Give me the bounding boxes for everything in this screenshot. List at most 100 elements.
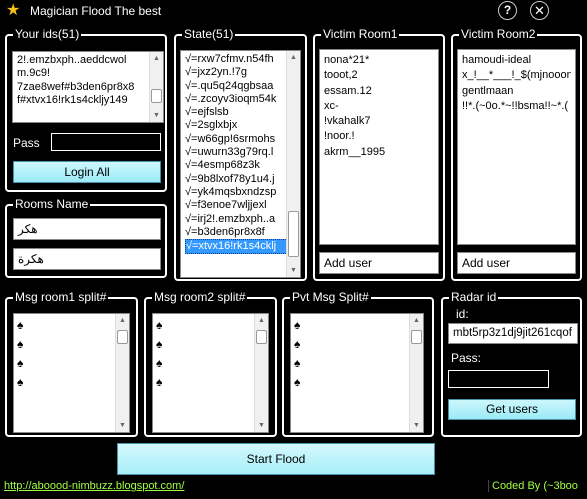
scroll-down-icon[interactable]: ▼: [287, 264, 300, 277]
victim-room2-list[interactable]: hamoudi-ideal x_!__*___!_$(mjnooon gentl…: [457, 49, 576, 245]
start-flood-button[interactable]: Start Flood: [117, 443, 435, 475]
list-item[interactable]: essam.12: [324, 84, 434, 99]
spade-icon: ♠: [156, 318, 163, 332]
list-item[interactable]: √=f3enoe7wljjexl: [185, 199, 296, 212]
selected-list-item[interactable]: √=xtvx16!rk1s4cklj: [185, 239, 296, 255]
radar-id-group: Radar id id: mbt5rp3z1dj9jit261cqof Pass…: [441, 290, 582, 437]
list-item[interactable]: √=.zcoyv3ioqm54k: [185, 93, 296, 106]
pvt-msg-group: Pvt Msg Split# ♠ ♠ ♠ ♠ ▲ ▼: [282, 290, 434, 437]
ids-scrollbar[interactable]: ▲ ▼: [149, 52, 163, 122]
spade-icon: ♠: [156, 356, 163, 370]
list-item[interactable]: x_!__*___!_$(mjnooon: [462, 68, 571, 83]
list-item[interactable]: 7zae8wef#b3den6pr8x8: [17, 81, 159, 94]
scroll-up-icon[interactable]: ▲: [150, 52, 163, 65]
close-button[interactable]: ✕: [530, 1, 549, 20]
scroll-thumb[interactable]: [117, 330, 128, 344]
help-button[interactable]: ?: [498, 1, 517, 20]
spade-icon: ♠: [17, 375, 24, 389]
msg-room1-scrollbar[interactable]: ▲ ▼: [115, 314, 129, 432]
spade-icon: ♠: [17, 337, 24, 351]
msg-room2-scrollbar[interactable]: ▲ ▼: [254, 314, 268, 432]
list-item[interactable]: √=jxz2yn.!7g: [185, 66, 296, 79]
scroll-up-icon[interactable]: ▲: [287, 51, 300, 64]
pass-label: Pass: [13, 136, 40, 150]
list-item[interactable]: hamoudi-ideal: [462, 53, 571, 68]
title-bar: ★ Magician Flood The best ? ✕: [0, 0, 587, 22]
pass-field[interactable]: [51, 133, 161, 151]
msg-room2-textarea[interactable]: ♠ ♠ ♠ ♠ ▲ ▼: [152, 313, 269, 433]
rooms-name-group: Rooms Name هكر هكرة: [5, 197, 167, 278]
room1-input[interactable]: هكر: [13, 218, 161, 240]
scroll-down-icon[interactable]: ▼: [116, 419, 129, 432]
list-item[interactable]: √=w66gp!6srmohs: [185, 133, 296, 146]
list-item[interactable]: akrm__1995: [324, 145, 434, 160]
list-item[interactable]: gentlmaan: [462, 84, 571, 99]
pvt-msg-title: Pvt Msg Split#: [290, 290, 371, 304]
scroll-thumb[interactable]: [151, 89, 162, 103]
scroll-up-icon[interactable]: ▲: [410, 314, 423, 327]
room2-input[interactable]: هكرة: [13, 248, 161, 270]
list-item[interactable]: xc-: [324, 99, 434, 114]
list-item[interactable]: √=b3den6pr8x8f: [185, 226, 296, 239]
list-item[interactable]: nona*21*: [324, 53, 434, 68]
add-user-room1-input[interactable]: Add user: [319, 252, 439, 274]
list-item[interactable]: !noor.!: [324, 129, 434, 144]
spade-icon: ♠: [17, 356, 24, 370]
victim-room1-group: Victim Room1 nona*21* tooot,2 essam.12 x…: [313, 27, 445, 281]
radar-id-label: id:: [456, 307, 469, 321]
login-all-button[interactable]: Login All: [13, 161, 161, 183]
msg-room2-title: Msg room2 split#: [152, 290, 248, 304]
list-item[interactable]: f#xtvx16!rk1s4ckljy149: [17, 94, 159, 107]
msg-room1-group: Msg room1 split# ♠ ♠ ♠ ♠ ▲ ▼: [5, 290, 138, 437]
add-user-room2-input[interactable]: Add user: [457, 252, 576, 274]
scroll-down-icon[interactable]: ▼: [410, 419, 423, 432]
list-item[interactable]: √=yk4mqsbxndzsp: [185, 186, 296, 199]
list-item[interactable]: √=.qu5q24qgbsaa: [185, 80, 296, 93]
window-title: Magician Flood The best: [30, 4, 162, 18]
spade-icon: ♠: [17, 318, 24, 332]
list-item[interactable]: 2!.emzbxph..aeddcwol: [17, 54, 159, 67]
scroll-thumb[interactable]: [288, 211, 299, 257]
victim-room1-title: Victim Room1: [321, 27, 400, 41]
scroll-down-icon[interactable]: ▼: [255, 419, 268, 432]
radar-id-input[interactable]: mbt5rp3z1dj9jit261cqof: [448, 323, 578, 344]
radar-pass-label: Pass:: [451, 351, 482, 365]
victim-room1-list[interactable]: nona*21* tooot,2 essam.12 xc- !vkahalk7 …: [319, 49, 439, 245]
spade-icon: ♠: [294, 375, 301, 389]
state-list[interactable]: √=rxw7cfmv.n54fh √=jxz2yn.!7g √=.qu5q24q…: [180, 50, 301, 278]
spade-icon: ♠: [294, 318, 301, 332]
coded-by-credit: Coded By (~3boo: [488, 480, 578, 492]
blog-link[interactable]: http://aboood-nimbuzz.blogspot.com/: [4, 480, 184, 492]
list-item[interactable]: m.9c9!: [17, 67, 159, 80]
state-group: State(51) √=rxw7cfmv.n54fh √=jxz2yn.!7g …: [174, 27, 307, 281]
list-item[interactable]: !!*.(~0o.*~!!bsma!!~*.(: [462, 99, 571, 114]
msg-room2-group: Msg room2 split# ♠ ♠ ♠ ♠ ▲ ▼: [144, 290, 277, 437]
scroll-down-icon[interactable]: ▼: [150, 109, 163, 122]
scroll-thumb[interactable]: [256, 330, 267, 344]
list-item[interactable]: √=rxw7cfmv.n54fh: [185, 53, 296, 66]
spade-icon: ♠: [294, 337, 301, 351]
rooms-name-title: Rooms Name: [13, 197, 91, 211]
spade-icon: ♠: [294, 356, 301, 370]
scroll-up-icon[interactable]: ▲: [255, 314, 268, 327]
list-item[interactable]: √=9b8lxof78y1u4.j: [185, 173, 296, 186]
state-scrollbar[interactable]: ▲ ▼: [286, 51, 300, 277]
list-item[interactable]: tooot,2: [324, 68, 434, 83]
pvt-msg-scrollbar[interactable]: ▲ ▼: [409, 314, 423, 432]
get-users-button[interactable]: Get users: [448, 399, 576, 420]
list-item[interactable]: √=2sglxbjx: [185, 119, 296, 132]
list-item[interactable]: !vkahalk7: [324, 114, 434, 129]
scroll-thumb[interactable]: [411, 330, 422, 344]
scroll-up-icon[interactable]: ▲: [116, 314, 129, 327]
ids-list[interactable]: 2!.emzbxph..aeddcwol m.9c9! 7zae8wef#b3d…: [12, 51, 164, 123]
your-ids-group: Your ids(51) 2!.emzbxph..aeddcwol m.9c9!…: [5, 27, 167, 192]
pvt-msg-textarea[interactable]: ♠ ♠ ♠ ♠ ▲ ▼: [290, 313, 424, 433]
list-item[interactable]: √=4esmp68z3k: [185, 159, 296, 172]
list-item[interactable]: √=uwurn33g79rq.l: [185, 146, 296, 159]
victim-room2-group: Victim Room2 hamoudi-ideal x_!__*___!_$(…: [451, 27, 582, 281]
list-item[interactable]: √=irj2!.emzbxph..a: [185, 213, 296, 226]
radar-pass-field[interactable]: [448, 370, 549, 388]
list-item[interactable]: √=ejfslsb: [185, 106, 296, 119]
your-ids-title: Your ids(51): [13, 27, 82, 41]
msg-room1-textarea[interactable]: ♠ ♠ ♠ ♠ ▲ ▼: [13, 313, 130, 433]
